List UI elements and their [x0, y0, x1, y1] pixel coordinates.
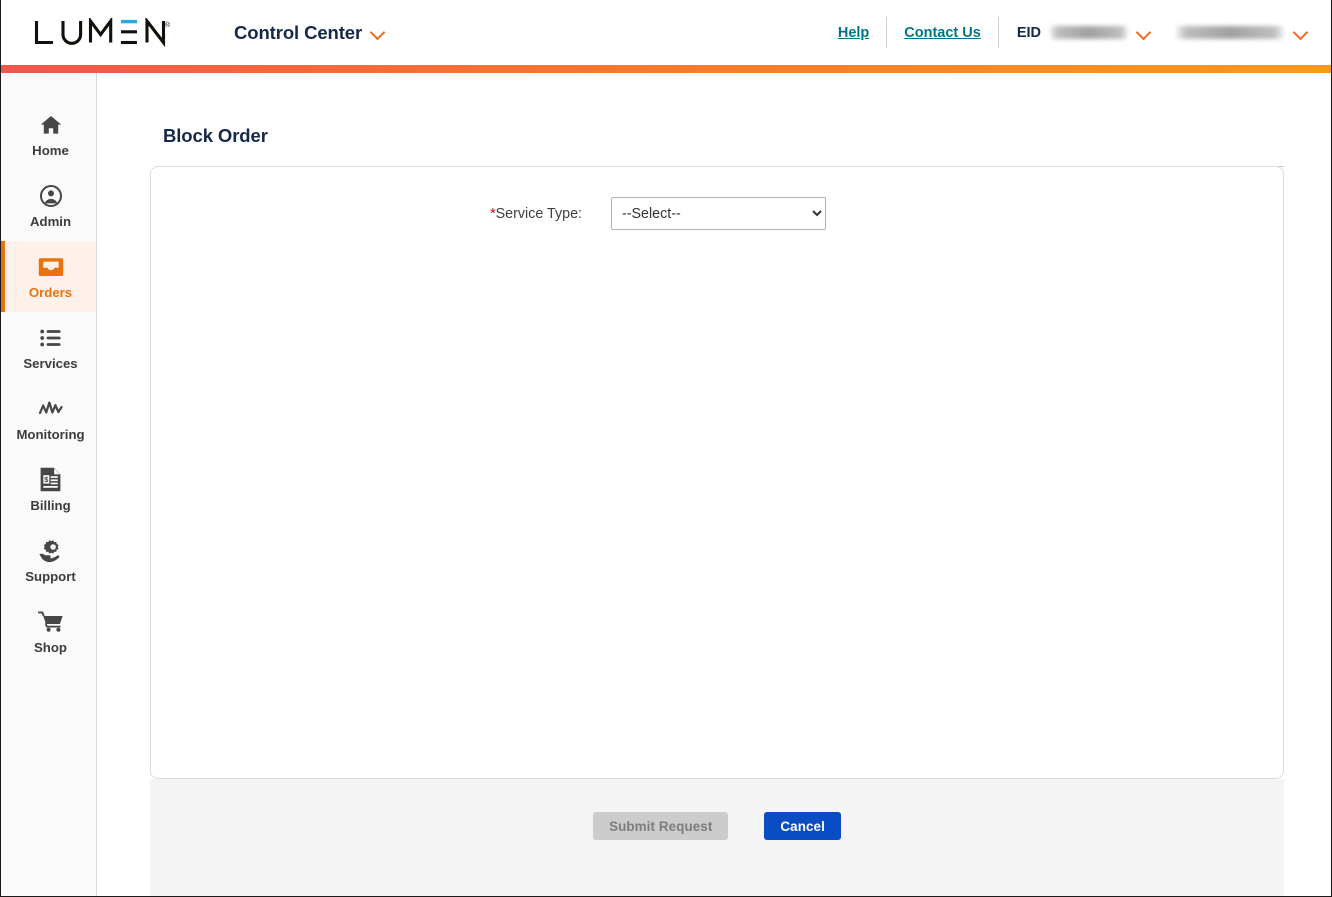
eid-value-redacted [1050, 26, 1128, 39]
gear-hand-icon [38, 538, 64, 564]
brand-gradient-bar [1, 65, 1331, 73]
service-type-field-row: *Service Type: --Select-- [151, 167, 1283, 231]
block-order-form-card: *Service Type: --Select-- [150, 166, 1284, 780]
chevron-down-icon [1294, 26, 1307, 39]
sidebar-item-monitoring[interactable]: Monitoring [1, 383, 96, 454]
sidebar-item-label: Orders [28, 284, 73, 300]
user-circle-icon [38, 183, 64, 209]
form-action-bar: Submit Request Cancel [150, 779, 1284, 896]
sidebar-item-support[interactable]: Support [1, 525, 96, 596]
help-link[interactable]: Help [821, 25, 886, 41]
sidebar-item-label: Admin [29, 213, 72, 229]
eid-selector[interactable]: EID [999, 25, 1164, 41]
svg-text:®: ® [165, 21, 170, 29]
sidebar-item-shop[interactable]: Shop [1, 596, 96, 667]
sidebar-item-billing[interactable]: $ Billing [1, 454, 96, 525]
lumen-logo[interactable]: ® [33, 17, 193, 48]
brand-title: Control Center [234, 21, 363, 43]
submit-request-button[interactable]: Submit Request [593, 812, 729, 841]
sidebar-item-home[interactable]: Home [1, 99, 96, 170]
page-title: Block Order [163, 125, 268, 147]
sidebar-item-orders[interactable]: Orders [1, 241, 96, 312]
list-icon [38, 325, 64, 351]
home-icon [38, 112, 64, 138]
app-window: ® Control Center Help Contact Us EID Hom… [0, 0, 1332, 897]
sidebar-item-label: Billing [30, 497, 71, 513]
sidebar-item-label: Services [23, 355, 78, 371]
service-type-label-text: Service Type: [495, 205, 582, 222]
sidebar-item-label: Support [25, 568, 76, 584]
sidebar-item-label: Shop [34, 639, 67, 655]
pulse-wave-icon [38, 396, 64, 422]
body-wrapper: Home Admin Orders Services Monitoring $ … [1, 73, 1331, 896]
sidebar-item-label: Monitoring [16, 426, 85, 442]
control-center-menu[interactable]: Control Center [234, 22, 384, 44]
main-content: Block Order *Service Type: --Select-- Su… [97, 73, 1331, 896]
account-value-redacted [1176, 26, 1284, 39]
primary-sidebar: Home Admin Orders Services Monitoring $ … [1, 73, 97, 896]
service-type-select[interactable]: --Select-- [611, 197, 826, 231]
sidebar-item-admin[interactable]: Admin [1, 170, 96, 241]
sidebar-item-label: Home [32, 142, 69, 158]
header-right-group: Help Contact Us EID [821, 16, 1331, 50]
cancel-button[interactable]: Cancel [764, 812, 841, 841]
top-header: ® Control Center Help Contact Us EID [1, 0, 1331, 65]
sidebar-item-services[interactable]: Services [1, 312, 96, 383]
service-type-label: *Service Type: [151, 206, 611, 222]
eid-label: EID [1016, 24, 1041, 41]
service-type-control: --Select-- [611, 197, 826, 231]
chevron-down-icon [371, 26, 384, 39]
chevron-down-icon [1137, 26, 1150, 39]
inbox-tray-icon [38, 254, 64, 280]
invoice-icon: $ [38, 467, 64, 493]
contact-us-link[interactable]: Contact Us [887, 25, 998, 41]
account-selector[interactable] [1164, 26, 1313, 39]
cart-icon [37, 609, 64, 635]
